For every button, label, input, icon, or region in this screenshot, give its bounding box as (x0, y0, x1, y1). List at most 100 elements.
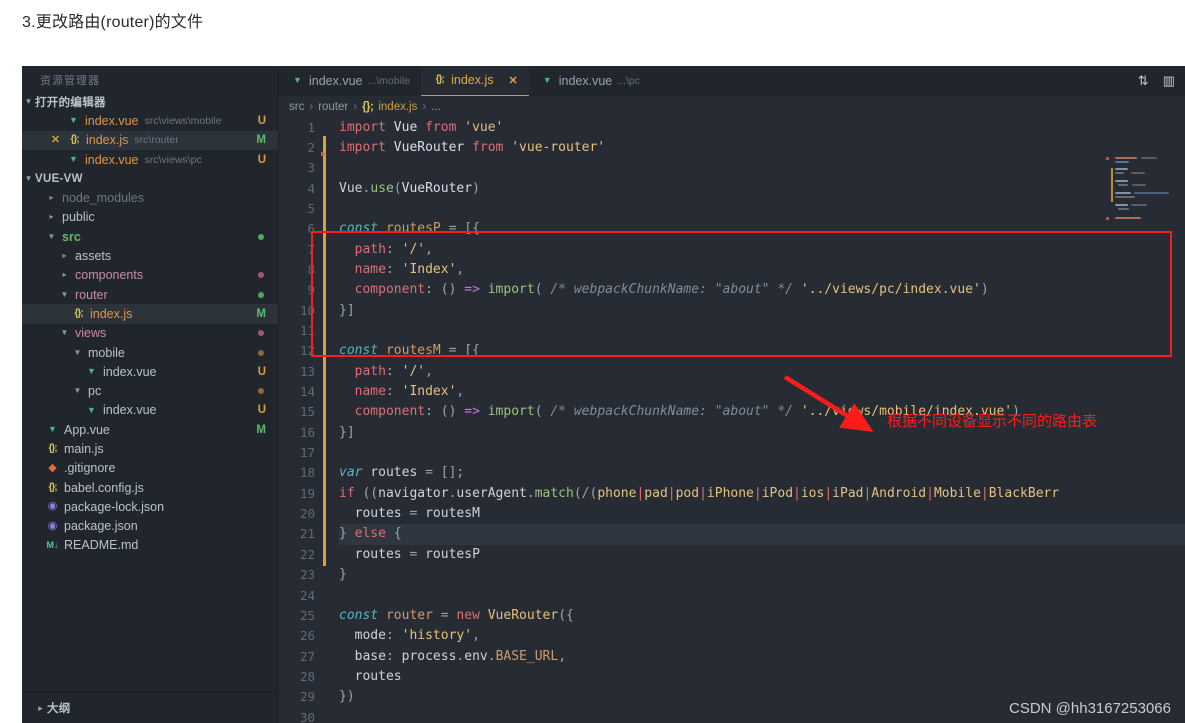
line-text: }] (339, 424, 355, 440)
code-line[interactable]: 21} else { (279, 524, 1185, 546)
vue-icon: ▼ (48, 424, 57, 435)
open-editor-item[interactable]: ▼ index.vue src\views\pc U (22, 150, 278, 169)
code-line[interactable]: 10}] (279, 301, 1185, 321)
file-path: src\views\pc (144, 153, 202, 166)
code-line[interactable]: 12 const routesM = [{ (279, 341, 1185, 361)
breadcrumb[interactable]: src › router › {}; index.js › ... (279, 95, 1185, 118)
code-line[interactable]: 26 mode: 'history', (279, 626, 1185, 646)
open-editor-item-active[interactable]: ✕ {}; index.js src\router M (22, 130, 278, 150)
tree-item-app-vue[interactable]: ▼ App.vue M (22, 420, 278, 439)
tree-item-assets[interactable]: ▸ assets (22, 246, 278, 265)
line-text: const routesP = [{ (339, 221, 480, 237)
tree-item-index-vue[interactable]: ▼ index.vue U (22, 362, 278, 381)
line-text: const router = new VueRouter({ (339, 607, 574, 623)
breadcrumb-symbol[interactable]: ... (431, 101, 441, 113)
minimap[interactable] (1106, 156, 1171, 228)
code-line[interactable]: 28 routes (279, 667, 1185, 687)
code-line[interactable]: 14 name: 'Index', (279, 382, 1185, 402)
file-name: index.vue (85, 113, 139, 128)
line-number: 22 (299, 546, 315, 562)
code-line[interactable]: 7 path: '/', (279, 240, 1185, 260)
chevron-down-icon: ▼ (60, 328, 69, 338)
json-icon: ◉ (47, 519, 58, 532)
line-number: 7 (307, 241, 315, 257)
code-line[interactable]: 19 if ((navigator.userAgent.match(/(phone… (279, 484, 1185, 504)
code-line[interactable]: 5 (279, 199, 1185, 219)
code-line[interactable]: 27 base: process.env.BASE_URL, (279, 647, 1185, 667)
line-text: mode: 'history', (354, 628, 480, 644)
code-line[interactable]: 6 const routesP = [{ (279, 219, 1185, 239)
code-line[interactable]: 8 name: 'Index', (279, 260, 1185, 280)
line-number: 18 (299, 465, 315, 481)
code-line[interactable]: 2 import VueRouter from 'vue-router' (279, 138, 1185, 158)
code-line[interactable]: 17 (279, 443, 1185, 463)
tree-item-components[interactable]: ▸ components (22, 266, 278, 285)
tree-item-readme-md[interactable]: M↓ README.md (22, 536, 278, 555)
tree-item-pc[interactable]: ▼ pc (22, 381, 278, 400)
line-text: base: process.env.BASE_URL, (339, 648, 567, 664)
breadcrumb-src[interactable]: src (289, 101, 304, 113)
code-editor[interactable]: 1 import Vue from 'vue' 2 import VueRouter … (279, 117, 1185, 723)
tab-index-js[interactable]: {}; index.js ✕ (421, 66, 529, 96)
fold-marker-icon[interactable]: ▶ (321, 149, 326, 158)
section-outline[interactable]: ▸ 大纲 (22, 692, 278, 723)
tree-item-index-js[interactable]: {}; index.js M (22, 304, 278, 324)
code-line[interactable]: 9 component: () => import( /* webpackChu… (279, 280, 1185, 300)
tree-item-node-modules[interactable]: ▸ node_modules (22, 188, 278, 207)
code-line[interactable]: 18 var routes = []; (279, 463, 1185, 483)
toggle-layout-icon[interactable]: ▥ (1163, 74, 1175, 87)
code-line[interactable]: 1 import Vue from 'vue' (279, 118, 1185, 138)
line-text: } else { (339, 526, 402, 542)
line-number: 13 (299, 363, 315, 379)
line-number: 15 (299, 404, 315, 420)
tree-item-mobile[interactable]: ▼ mobile (22, 343, 278, 362)
code-line[interactable]: 13 path: '/', (279, 362, 1185, 382)
tree-item-package-lock-json[interactable]: ◉ package-lock.json (22, 497, 278, 516)
line-number: 6 (307, 221, 315, 237)
tree-item-index-vue[interactable]: ▼ index.vue U (22, 401, 278, 420)
code-line[interactable]: 3 (279, 158, 1185, 178)
code-line[interactable]: 24 (279, 586, 1185, 606)
tab-bar-actions: ⇅ ▥ (1138, 66, 1185, 96)
section-project[interactable]: ▾ VUE-VW (22, 169, 278, 188)
tree-item-babel-config-js[interactable]: {}; babel.config.js (22, 478, 278, 497)
tree-item-label: node_modules (62, 191, 145, 206)
code-line[interactable]: 11 (279, 321, 1185, 341)
section-open-editors[interactable]: ▾ 打开的编辑器 (22, 92, 278, 111)
split-editor-icon[interactable]: ⇅ (1138, 74, 1149, 87)
breadcrumb-file[interactable]: index.js (378, 101, 417, 113)
tree-item-views[interactable]: ▼ views (22, 324, 278, 343)
explorer-title: 资源管理器 (40, 75, 100, 87)
file-name: index.js (86, 133, 129, 148)
code-line[interactable]: 23} (279, 565, 1185, 585)
status-badge: U (257, 365, 266, 378)
close-icon[interactable]: ✕ (48, 134, 63, 146)
open-editor-item[interactable]: ▼ index.vue src\views\mobile U (22, 111, 278, 130)
tree-item-package-json[interactable]: ◉ package.json (22, 517, 278, 536)
vue-icon: ▼ (542, 75, 552, 86)
line-number: 4 (307, 180, 315, 196)
line-number: 3 (307, 160, 315, 176)
tree-item-router[interactable]: ▼ router (22, 285, 278, 304)
code-line[interactable]: 25 const router = new VueRouter({ (279, 606, 1185, 626)
close-icon[interactable]: ✕ (509, 74, 518, 87)
line-number: 24 (299, 587, 315, 603)
tab-index-vue-pc[interactable]: ▼ index.vue ...\pc (529, 66, 651, 96)
tree-item--gitignore[interactable]: ◆ .gitignore (22, 459, 278, 478)
tree-item-src[interactable]: ▼ src (22, 227, 278, 246)
code-line[interactable]: 20 routes = routesM (279, 504, 1185, 524)
tree-item-public[interactable]: ▸ public (22, 208, 278, 227)
screenshot-root: 3.更改路由(router)的文件 资源管理器 ▾ 打开的编辑器 ▼ index… (0, 0, 1185, 723)
tree-item-main-js[interactable]: {}; main.js (22, 439, 278, 458)
line-text: Vue.use(VueRouter) (339, 180, 480, 196)
line-number: 2 (307, 139, 315, 155)
code-line[interactable]: 22 routes = routesP (279, 545, 1185, 565)
tab-path: ...\mobile (367, 74, 411, 87)
tab-index-vue-mobile[interactable]: ▼ index.vue ...\mobile (279, 66, 421, 96)
breadcrumb-router[interactable]: router (318, 101, 348, 113)
code-line[interactable]: 4 Vue.use(VueRouter) (279, 179, 1185, 199)
annotation-note: 根据不同设备显示不同的路由表 (887, 411, 1098, 430)
tree-item-label: App.vue (64, 422, 110, 437)
editor-pane: ▼ index.vue ...\mobile {}; index.js ✕ ▼ … (279, 66, 1185, 723)
section-label: 打开的编辑器 (35, 96, 106, 109)
